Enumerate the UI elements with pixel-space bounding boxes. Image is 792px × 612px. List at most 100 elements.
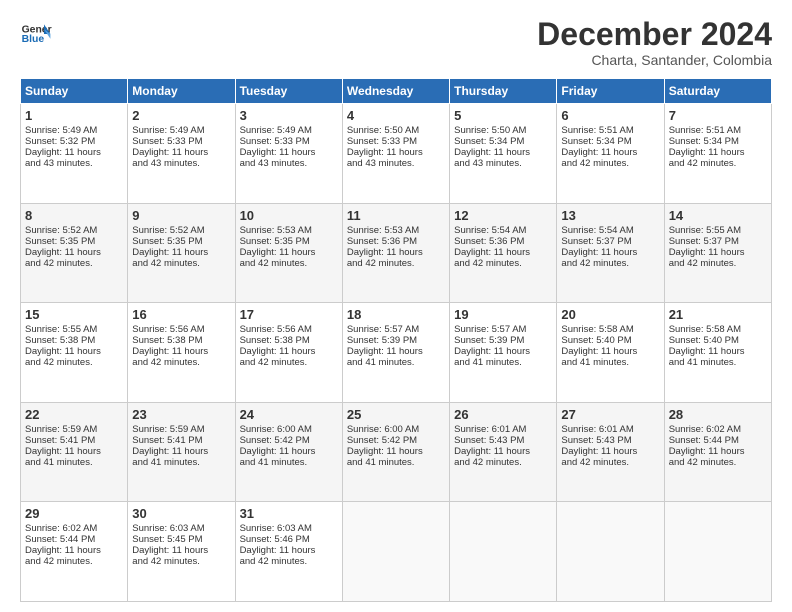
calendar-cell: 3Sunrise: 5:49 AMSunset: 5:33 PMDaylight…: [235, 104, 342, 204]
day-info: Sunrise: 5:58 AM: [561, 324, 659, 335]
calendar-cell: 17Sunrise: 5:56 AMSunset: 5:38 PMDayligh…: [235, 303, 342, 403]
day-info: and 43 minutes.: [347, 158, 445, 169]
day-number: 7: [669, 108, 767, 123]
day-number: 25: [347, 407, 445, 422]
day-info: Daylight: 11 hours: [669, 247, 767, 258]
day-number: 19: [454, 307, 552, 322]
calendar-cell: 18Sunrise: 5:57 AMSunset: 5:39 PMDayligh…: [342, 303, 449, 403]
day-info: and 42 minutes.: [669, 457, 767, 468]
day-info: Sunrise: 5:53 AM: [240, 225, 338, 236]
day-info: and 43 minutes.: [240, 158, 338, 169]
day-info: and 42 minutes.: [669, 258, 767, 269]
calendar-cell: 26Sunrise: 6:01 AMSunset: 5:43 PMDayligh…: [450, 402, 557, 502]
day-info: Daylight: 11 hours: [561, 247, 659, 258]
day-info: Sunrise: 5:49 AM: [25, 125, 123, 136]
day-info: Sunrise: 6:01 AM: [454, 424, 552, 435]
day-info: Sunrise: 5:49 AM: [240, 125, 338, 136]
day-info: Daylight: 11 hours: [454, 346, 552, 357]
month-title: December 2024: [537, 18, 772, 50]
day-info: and 42 minutes.: [240, 258, 338, 269]
day-info: Sunrise: 5:54 AM: [561, 225, 659, 236]
day-info: Sunset: 5:33 PM: [132, 136, 230, 147]
day-info: Daylight: 11 hours: [669, 147, 767, 158]
calendar-cell: 24Sunrise: 6:00 AMSunset: 5:42 PMDayligh…: [235, 402, 342, 502]
day-info: Sunrise: 6:03 AM: [240, 523, 338, 534]
day-info: Sunrise: 5:51 AM: [561, 125, 659, 136]
day-info: and 42 minutes.: [347, 258, 445, 269]
week-row-3: 15Sunrise: 5:55 AMSunset: 5:38 PMDayligh…: [21, 303, 772, 403]
day-number: 15: [25, 307, 123, 322]
calendar-cell: 8Sunrise: 5:52 AMSunset: 5:35 PMDaylight…: [21, 203, 128, 303]
day-number: 8: [25, 208, 123, 223]
calendar-cell: 2Sunrise: 5:49 AMSunset: 5:33 PMDaylight…: [128, 104, 235, 204]
calendar-cell: 27Sunrise: 6:01 AMSunset: 5:43 PMDayligh…: [557, 402, 664, 502]
day-info: and 42 minutes.: [240, 357, 338, 368]
calendar-cell: 7Sunrise: 5:51 AMSunset: 5:34 PMDaylight…: [664, 104, 771, 204]
day-info: Sunset: 5:39 PM: [347, 335, 445, 346]
calendar-cell: 28Sunrise: 6:02 AMSunset: 5:44 PMDayligh…: [664, 402, 771, 502]
day-info: Sunset: 5:44 PM: [25, 534, 123, 545]
day-info: Daylight: 11 hours: [669, 346, 767, 357]
day-info: Daylight: 11 hours: [669, 446, 767, 457]
day-number: 4: [347, 108, 445, 123]
col-monday: Monday: [128, 79, 235, 104]
day-info: Daylight: 11 hours: [240, 247, 338, 258]
col-friday: Friday: [557, 79, 664, 104]
day-number: 1: [25, 108, 123, 123]
day-info: Sunset: 5:44 PM: [669, 435, 767, 446]
day-info: Daylight: 11 hours: [347, 147, 445, 158]
day-number: 6: [561, 108, 659, 123]
day-info: Sunset: 5:37 PM: [669, 236, 767, 247]
day-info: Sunrise: 5:52 AM: [132, 225, 230, 236]
day-info: Sunset: 5:41 PM: [132, 435, 230, 446]
week-row-4: 22Sunrise: 5:59 AMSunset: 5:41 PMDayligh…: [21, 402, 772, 502]
col-thursday: Thursday: [450, 79, 557, 104]
day-info: and 41 minutes.: [669, 357, 767, 368]
day-info: and 42 minutes.: [132, 258, 230, 269]
day-info: Sunset: 5:35 PM: [240, 236, 338, 247]
day-info: Daylight: 11 hours: [132, 545, 230, 556]
day-info: and 43 minutes.: [132, 158, 230, 169]
col-saturday: Saturday: [664, 79, 771, 104]
day-number: 2: [132, 108, 230, 123]
day-info: Daylight: 11 hours: [347, 247, 445, 258]
day-info: and 43 minutes.: [25, 158, 123, 169]
day-info: Sunset: 5:45 PM: [132, 534, 230, 545]
day-info: and 41 minutes.: [454, 357, 552, 368]
calendar-cell: 31Sunrise: 6:03 AMSunset: 5:46 PMDayligh…: [235, 502, 342, 602]
calendar-cell: 9Sunrise: 5:52 AMSunset: 5:35 PMDaylight…: [128, 203, 235, 303]
day-info: Daylight: 11 hours: [454, 446, 552, 457]
day-info: Sunset: 5:36 PM: [347, 236, 445, 247]
day-info: Sunset: 5:40 PM: [561, 335, 659, 346]
day-info: and 42 minutes.: [561, 258, 659, 269]
day-info: Sunrise: 5:55 AM: [25, 324, 123, 335]
calendar-header-row: Sunday Monday Tuesday Wednesday Thursday…: [21, 79, 772, 104]
day-info: Daylight: 11 hours: [132, 247, 230, 258]
calendar-cell: 10Sunrise: 5:53 AMSunset: 5:35 PMDayligh…: [235, 203, 342, 303]
day-info: Sunset: 5:37 PM: [561, 236, 659, 247]
day-number: 30: [132, 506, 230, 521]
day-info: Daylight: 11 hours: [132, 147, 230, 158]
day-info: Sunrise: 5:57 AM: [454, 324, 552, 335]
day-info: Daylight: 11 hours: [347, 346, 445, 357]
calendar-cell: [342, 502, 449, 602]
day-info: Daylight: 11 hours: [240, 346, 338, 357]
day-number: 5: [454, 108, 552, 123]
day-number: 3: [240, 108, 338, 123]
calendar-cell: 1Sunrise: 5:49 AMSunset: 5:32 PMDaylight…: [21, 104, 128, 204]
day-info: Sunrise: 5:55 AM: [669, 225, 767, 236]
day-info: Daylight: 11 hours: [25, 147, 123, 158]
day-info: Sunset: 5:39 PM: [454, 335, 552, 346]
day-info: Sunset: 5:40 PM: [669, 335, 767, 346]
calendar-cell: 21Sunrise: 5:58 AMSunset: 5:40 PMDayligh…: [664, 303, 771, 403]
svg-text:Blue: Blue: [22, 34, 45, 45]
day-info: Sunset: 5:34 PM: [454, 136, 552, 147]
day-info: and 42 minutes.: [132, 357, 230, 368]
day-info: Sunrise: 5:57 AM: [347, 324, 445, 335]
day-info: Daylight: 11 hours: [25, 346, 123, 357]
day-info: Sunrise: 5:50 AM: [454, 125, 552, 136]
day-info: Sunrise: 5:51 AM: [669, 125, 767, 136]
page: General Blue December 2024 Charta, Santa…: [0, 0, 792, 612]
day-info: Sunset: 5:35 PM: [132, 236, 230, 247]
calendar-cell: 4Sunrise: 5:50 AMSunset: 5:33 PMDaylight…: [342, 104, 449, 204]
